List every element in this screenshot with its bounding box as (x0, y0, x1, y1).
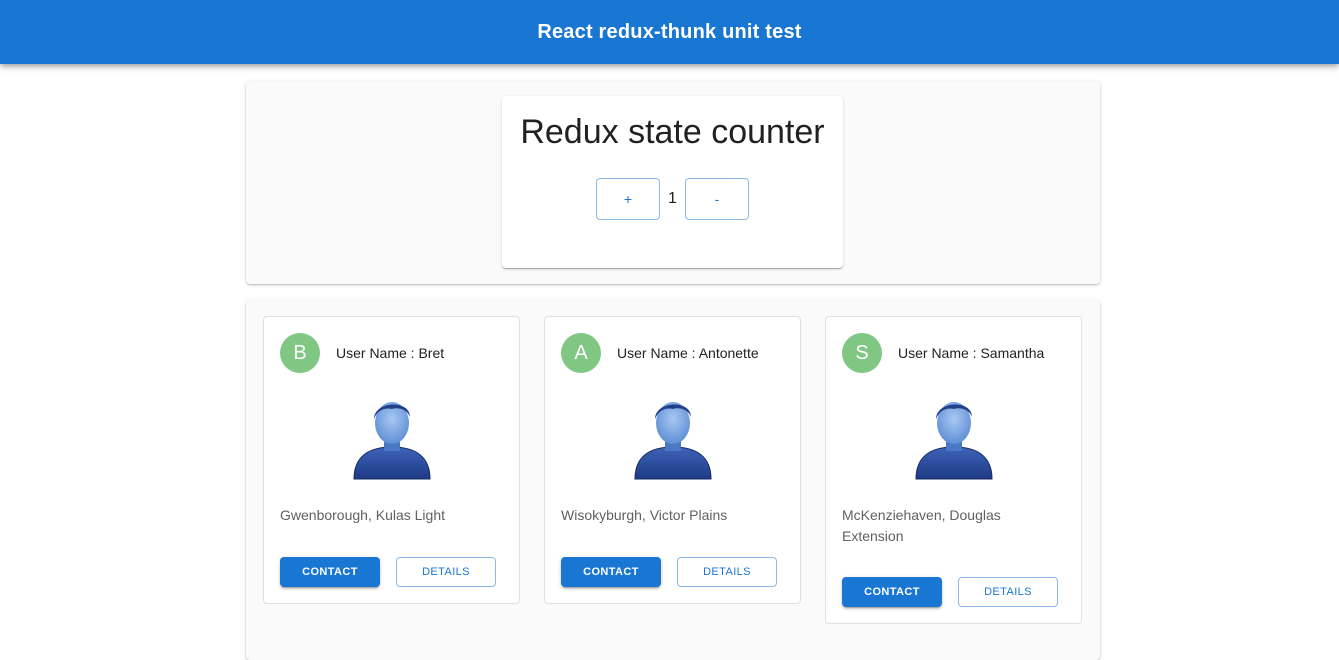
card-actions: CONTACT DETAILS (280, 557, 496, 587)
counter-card: Redux state counter + 1 - (502, 96, 843, 268)
avatar: A (561, 333, 601, 373)
details-button[interactable]: DETAILS (396, 557, 496, 587)
user-card: S User Name : Samantha McKenziehaven, Do… (825, 316, 1082, 624)
avatar: B (280, 333, 320, 373)
user-silhouette-icon (634, 402, 712, 480)
counter-controls: + 1 - (502, 178, 843, 220)
counter-value: 1 (668, 190, 677, 207)
user-name: User Name : Bret (336, 345, 445, 361)
details-button[interactable]: DETAILS (958, 577, 1058, 607)
card-actions: CONTACT DETAILS (561, 557, 777, 587)
user-silhouette-icon (353, 402, 431, 480)
counter-title: Redux state counter (520, 113, 825, 151)
user-card: A User Name : Antonette Wisokyburgh, Vic… (544, 316, 801, 604)
contact-button[interactable]: CONTACT (280, 557, 380, 587)
app-bar: React redux-thunk unit test (0, 0, 1339, 64)
user-name: User Name : Samantha (898, 345, 1045, 361)
card-header: A User Name : Antonette (561, 333, 781, 373)
card-actions: CONTACT DETAILS (842, 577, 1058, 607)
increment-button[interactable]: + (596, 178, 660, 220)
users-panel: B User Name : Bret Gwenborough, Kulas Li… (246, 300, 1100, 660)
app-title: React redux-thunk unit test (537, 20, 802, 43)
user-card: B User Name : Bret Gwenborough, Kulas Li… (263, 316, 520, 604)
card-header: B User Name : Bret (280, 333, 500, 373)
avatar: S (842, 333, 882, 373)
contact-button[interactable]: CONTACT (561, 557, 661, 587)
details-button[interactable]: DETAILS (677, 557, 777, 587)
card-header: S User Name : Samantha (842, 333, 1062, 373)
user-address: Gwenborough, Kulas Light (280, 507, 445, 523)
decrement-button[interactable]: - (685, 178, 749, 220)
user-silhouette-icon (915, 402, 993, 480)
counter-panel: Redux state counter + 1 - (246, 81, 1100, 284)
user-name: User Name : Antonette (617, 345, 759, 361)
user-address: Wisokyburgh, Victor Plains (561, 507, 728, 523)
user-address: McKenziehaven, Douglas Extension (842, 507, 1001, 544)
contact-button[interactable]: CONTACT (842, 577, 942, 607)
